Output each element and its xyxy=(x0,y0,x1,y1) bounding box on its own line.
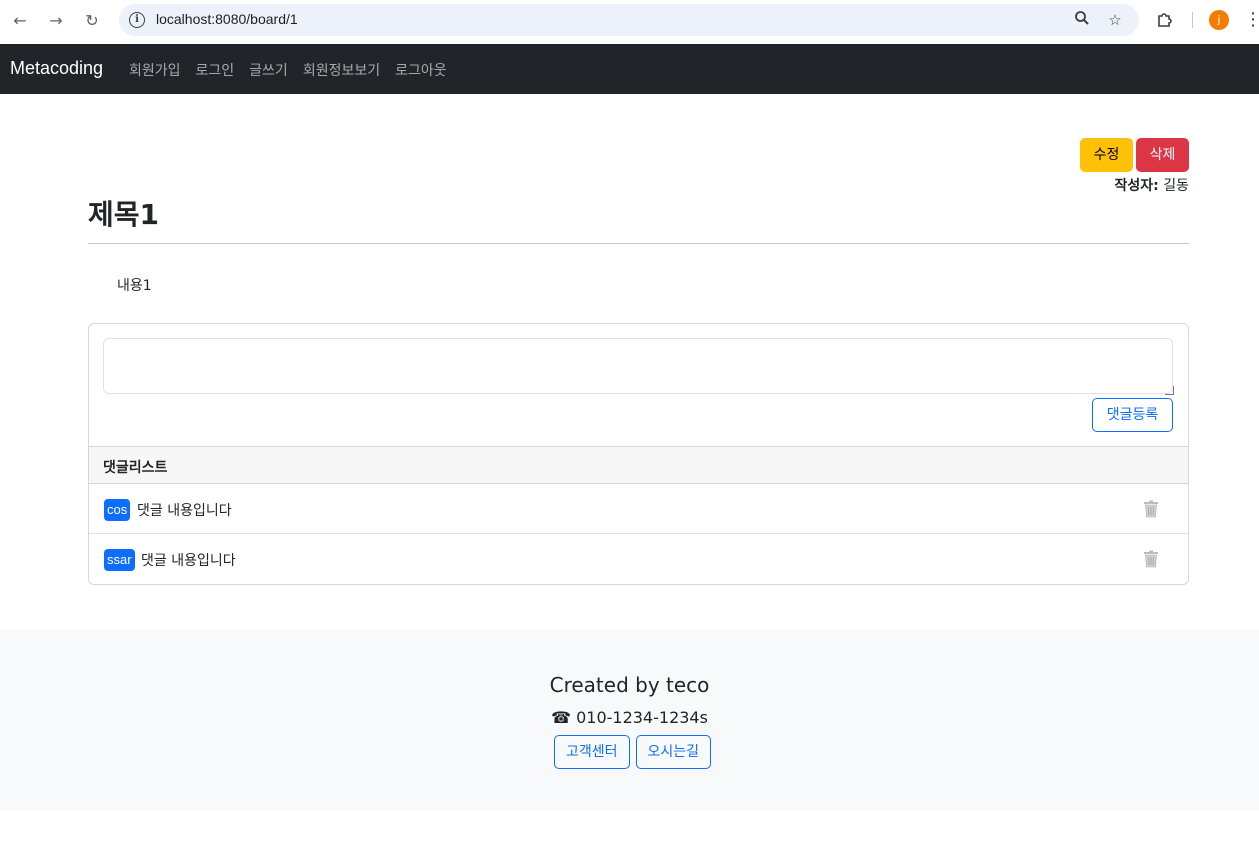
reply-text: 댓글 내용입니다 xyxy=(141,553,236,569)
brand-logo[interactable]: Metacoding xyxy=(10,58,103,79)
directions-button[interactable]: 오시는길 xyxy=(635,735,712,769)
reply-text: 댓글 내용입니다 xyxy=(137,503,232,519)
reply-user-badge: cos xyxy=(104,499,131,521)
profile-avatar[interactable]: j xyxy=(1209,10,1229,30)
reply-card: 댓글등록 댓글리스트 cos 댓글 내용입니다 ssar 댓글 내용입니다 xyxy=(88,323,1189,585)
reply-list: cos 댓글 내용입니다 ssar 댓글 내용입니다 xyxy=(89,484,1188,584)
reply-list-title: 댓글리스트 xyxy=(103,460,168,476)
url-text[interactable]: localhost:8080/board/1 xyxy=(156,11,298,27)
reply-list-header: 댓글리스트 xyxy=(89,446,1188,484)
nav-link-user-info[interactable]: 회원정보보기 xyxy=(303,60,380,80)
reply-textarea[interactable] xyxy=(103,338,1173,394)
zoom-icon[interactable] xyxy=(1072,10,1092,30)
post-content: 내용1 xyxy=(117,278,152,294)
resize-handle-icon[interactable] xyxy=(1165,386,1174,395)
trash-icon[interactable] xyxy=(1143,550,1159,568)
customer-center-button[interactable]: 고객센터 xyxy=(554,735,630,769)
forward-icon[interactable]: → xyxy=(44,8,68,32)
trash-icon[interactable] xyxy=(1143,500,1159,518)
site-navbar: Metacoding 회원가입 로그인 글쓰기 회원정보보기 로그아웃 xyxy=(0,44,1259,94)
reload-icon[interactable]: ↻ xyxy=(80,8,104,32)
site-footer: Created by teco ☎ 010-1234-1234s 고객센터 오시… xyxy=(0,629,1259,811)
nav-links: 회원가입 로그인 글쓰기 회원정보보기 로그아웃 xyxy=(129,60,447,80)
author-info: 작성자: 길동 xyxy=(1115,175,1189,195)
footer-phone: ☎ 010-1234-1234s xyxy=(551,708,708,727)
author-label: 작성자: xyxy=(1114,178,1159,194)
reply-user-badge: ssar xyxy=(104,549,135,571)
nav-link-login[interactable]: 로그인 xyxy=(196,60,235,80)
toolbar-divider xyxy=(1192,12,1193,28)
title-divider xyxy=(88,243,1189,244)
nav-link-join[interactable]: 회원가입 xyxy=(129,60,181,80)
reply-item: cos 댓글 내용입니다 xyxy=(89,484,1188,534)
browser-toolbar: ← → ↻ i localhost:8080/board/1 ☆ j ⋮ xyxy=(0,0,1259,44)
footer-buttons: 고객센터 오시는길 xyxy=(554,735,712,769)
post-title: 제목1 xyxy=(88,198,160,231)
nav-link-write[interactable]: 글쓰기 xyxy=(249,60,288,80)
author-name: 길동 xyxy=(1163,178,1189,194)
star-icon[interactable]: ☆ xyxy=(1105,10,1125,30)
back-icon[interactable]: ← xyxy=(8,8,32,32)
reply-submit-button[interactable]: 댓글등록 xyxy=(1092,398,1173,432)
reply-item: ssar 댓글 내용입니다 xyxy=(89,534,1188,584)
more-icon[interactable]: ⋮ xyxy=(1244,8,1259,32)
edit-button[interactable]: 수정 xyxy=(1080,138,1133,172)
nav-link-logout[interactable]: 로그아웃 xyxy=(395,60,447,80)
delete-button[interactable]: 삭제 xyxy=(1136,138,1189,172)
footer-title: Created by teco xyxy=(549,673,710,697)
info-icon[interactable]: i xyxy=(129,12,145,28)
extensions-icon[interactable] xyxy=(1155,10,1175,30)
address-bar[interactable]: i localhost:8080/board/1 ☆ xyxy=(119,4,1139,36)
